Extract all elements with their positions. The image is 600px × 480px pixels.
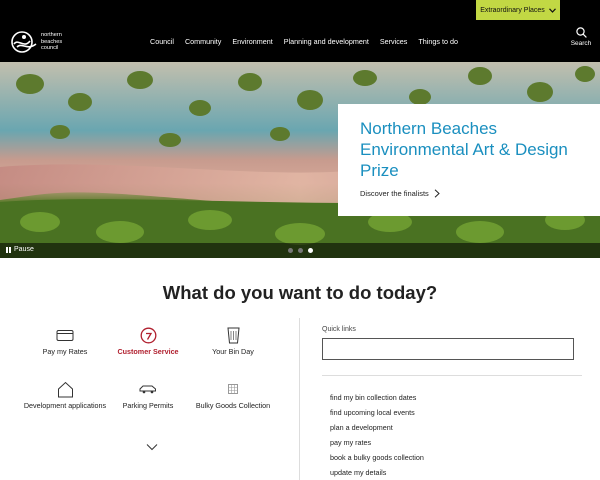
discover-finalists-label: Discover the finalists bbox=[360, 189, 429, 198]
nav-item-environment[interactable]: Environment bbox=[232, 37, 272, 46]
card-icon bbox=[56, 329, 74, 341]
search-button[interactable]: Search bbox=[566, 27, 596, 59]
nav-item-planning[interactable]: Planning and development bbox=[284, 37, 369, 46]
search-icon bbox=[575, 27, 587, 38]
tile-pay-my-rates[interactable]: Pay my Rates bbox=[22, 326, 108, 357]
carousel-dot-active[interactable] bbox=[308, 248, 313, 253]
nav-item-community[interactable]: Community bbox=[185, 37, 221, 46]
extraordinary-places-button[interactable]: Extraordinary Places bbox=[476, 0, 560, 20]
tile-parking-permits[interactable]: Parking Permits bbox=[105, 380, 191, 411]
carousel-dot[interactable] bbox=[298, 248, 303, 253]
carousel-controls: Pause bbox=[0, 243, 600, 258]
quick-link-item[interactable]: pay my rates bbox=[330, 435, 424, 450]
pause-label: Pause bbox=[14, 246, 34, 253]
chevron-down-icon[interactable] bbox=[146, 443, 158, 451]
logo-line-1: northern bbox=[41, 32, 62, 39]
section-title: What do you want to do today? bbox=[162, 282, 438, 303]
search-label: Search bbox=[570, 40, 592, 47]
carousel-dots bbox=[288, 248, 313, 253]
car-icon bbox=[139, 385, 156, 394]
chevron-right-icon bbox=[434, 189, 440, 198]
logo-text: northern beaches council bbox=[41, 32, 62, 51]
discover-finalists-link[interactable]: Discover the finalists bbox=[360, 189, 578, 198]
tile-label: Parking Permits bbox=[122, 401, 174, 410]
pause-icon bbox=[6, 246, 11, 253]
tile-customer-service[interactable]: Customer Service bbox=[105, 326, 191, 357]
carousel-dot[interactable] bbox=[288, 248, 293, 253]
tile-label: Your Bin Day bbox=[212, 347, 254, 356]
quick-link-item[interactable]: find my bin collection dates bbox=[330, 390, 424, 405]
bin-icon bbox=[226, 327, 240, 344]
quick-links-list: find my bin collection dates find upcomi… bbox=[330, 390, 424, 480]
council-logo[interactable]: northern beaches council bbox=[10, 29, 72, 55]
help-icon bbox=[140, 327, 156, 343]
extraordinary-places-label: Extraordinary Places bbox=[480, 6, 545, 14]
tile-development-applications[interactable]: Development applications bbox=[22, 380, 108, 411]
hero-title: Northern Beaches Environmental Art & Des… bbox=[360, 119, 568, 180]
hero-carousel: Northern Beaches Environmental Art & Des… bbox=[0, 62, 600, 258]
tile-label: Bulky Goods Collection bbox=[195, 401, 271, 410]
tile-label: Customer Service bbox=[117, 347, 179, 356]
quick-link-item[interactable]: find upcoming local events bbox=[330, 405, 424, 420]
tile-label: Pay my Rates bbox=[42, 347, 88, 356]
logo-mark-icon bbox=[11, 31, 37, 53]
quick-links-separator bbox=[322, 375, 582, 376]
logo-line-3: council bbox=[41, 45, 59, 52]
chevron-down-icon bbox=[548, 7, 556, 13]
tile-label: Development applications bbox=[23, 401, 107, 410]
hero-card[interactable]: Northern Beaches Environmental Art & Des… bbox=[338, 104, 600, 216]
quick-links-input[interactable] bbox=[322, 338, 574, 360]
main-nav: Council Community Environment Planning a… bbox=[150, 21, 469, 62]
top-strip: Extraordinary Places bbox=[0, 0, 600, 21]
column-divider bbox=[299, 318, 300, 480]
nav-item-services[interactable]: Services bbox=[380, 37, 408, 46]
quick-link-item[interactable]: plan a development bbox=[330, 420, 424, 435]
house-icon bbox=[57, 381, 73, 397]
quick-link-item[interactable]: book a bulky goods collection bbox=[330, 450, 424, 465]
tile-your-bin-day[interactable]: Your Bin Day bbox=[190, 326, 276, 357]
site-header: northern beaches council Council Communi… bbox=[0, 21, 600, 62]
quick-links-label: Quick links bbox=[322, 326, 356, 333]
nav-item-things-to-do[interactable]: Things to do bbox=[418, 37, 458, 46]
quick-link-item[interactable]: update my details bbox=[330, 465, 424, 480]
pause-button[interactable]: Pause bbox=[6, 246, 34, 253]
nav-item-council[interactable]: Council bbox=[150, 37, 174, 46]
tile-bulky-goods-collection[interactable]: Bulky Goods Collection bbox=[190, 380, 276, 411]
grid-icon bbox=[228, 384, 238, 394]
